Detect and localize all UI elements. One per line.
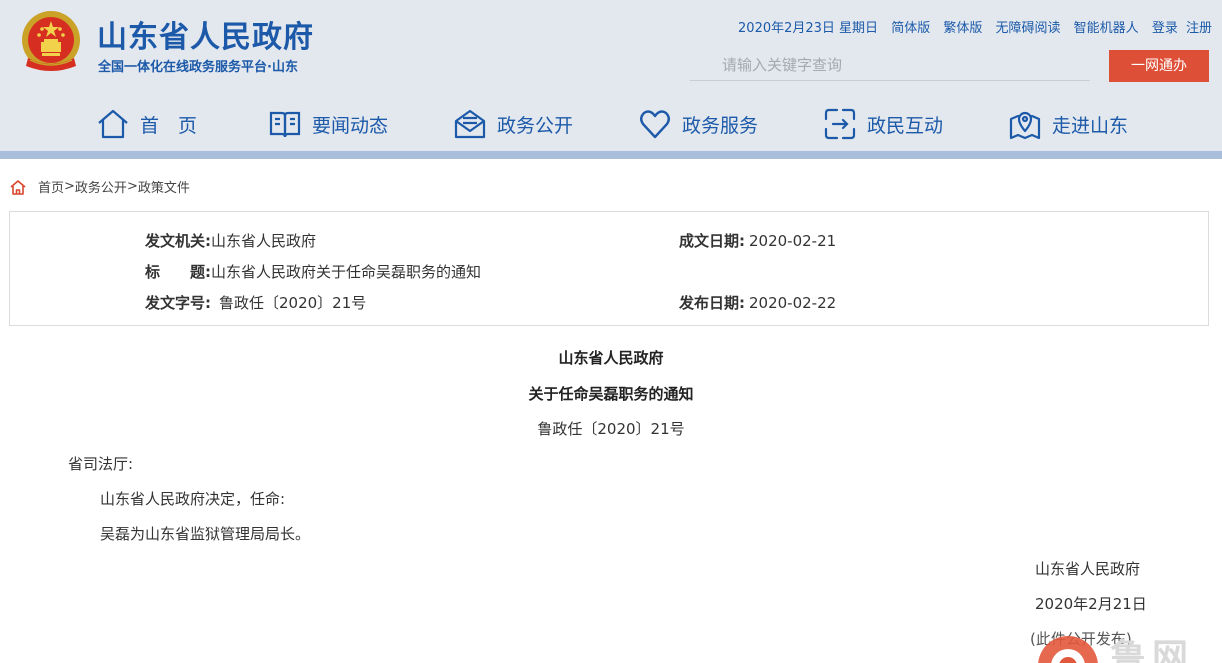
nav-home[interactable]: 首 页 bbox=[96, 98, 197, 150]
site-header: 山东省人民政府 全国一体化在线政务服务平台·山东 2020年2月23日 星期日 … bbox=[0, 0, 1222, 152]
login-link[interactable]: 登录 bbox=[1152, 21, 1178, 36]
wangban-button[interactable]: 一网通办 bbox=[1109, 50, 1209, 82]
issuer-label: 发文机关: bbox=[145, 232, 211, 250]
main-nav: 首 页 要闻动态 政务公开 政务服务 政民互动 走进山东 bbox=[0, 98, 1222, 150]
breadcrumb-home[interactable]: 首页 bbox=[38, 177, 64, 196]
traditional-link[interactable]: 繁体版 bbox=[943, 21, 982, 36]
search-input[interactable] bbox=[690, 50, 1090, 80]
title-value: 山东省人民政府关于任命吴磊职务的通知 bbox=[211, 263, 482, 281]
watermark: 鲁网 bbox=[1032, 632, 1222, 663]
accessible-reading-link[interactable]: 无障碍阅读 bbox=[996, 21, 1061, 36]
nav-label: 要闻动态 bbox=[312, 114, 389, 137]
nav-gov-services[interactable]: 政务服务 bbox=[638, 98, 758, 150]
search-box bbox=[690, 50, 1090, 81]
title-row: 标 题:山东省人民政府关于任命吴磊职务的通知 bbox=[145, 261, 481, 282]
robot-link[interactable]: 智能机器人 bbox=[1074, 21, 1139, 36]
doc-number-row: 发文字号: 鲁政任〔2020〕21号 bbox=[145, 292, 366, 313]
topbar: 2020年2月23日 星期日 简体版 繁体版 无障碍阅读 智能机器人 登录 注册 bbox=[738, 17, 1212, 36]
signature-date: 2020年2月21日 bbox=[1035, 595, 1147, 613]
written-date-value: 2020-02-21 bbox=[749, 232, 837, 250]
body-paragraph: 山东省人民政府决定，任命: bbox=[100, 490, 286, 508]
nav-news[interactable]: 要闻动态 bbox=[268, 98, 388, 150]
site-subtitle: 全国一体化在线政务服务平台·山东 bbox=[98, 60, 298, 75]
issuer-row: 发文机关:山东省人民政府 bbox=[145, 230, 316, 251]
publish-date-label: 发布日期: bbox=[679, 294, 745, 312]
register-link[interactable]: 注册 bbox=[1186, 21, 1212, 36]
document-info-box: 发文机关:山东省人民政府 成文日期: 2020-02-21 标 题:山东省人民政府… bbox=[9, 211, 1209, 326]
signature: 山东省人民政府 bbox=[1035, 560, 1141, 578]
nav-divider bbox=[0, 151, 1222, 159]
mail-icon bbox=[454, 109, 486, 139]
breadcrumb-gov-affairs[interactable]: 政务公开 bbox=[75, 177, 127, 196]
written-date-label: 成文日期: bbox=[679, 232, 745, 250]
simplified-link[interactable]: 简体版 bbox=[891, 21, 930, 36]
nav-label: 政务服务 bbox=[682, 114, 759, 137]
title-label: 标 题: bbox=[145, 263, 211, 281]
breadcrumb-separator: > bbox=[64, 179, 75, 194]
doc-number-label: 发文字号: bbox=[145, 294, 211, 312]
breadcrumb: 首页 > 政务公开 > 政策文件 bbox=[9, 177, 190, 196]
issuer-value: 山东省人民政府 bbox=[211, 232, 317, 250]
publish-date-row: 发布日期: 2020-02-22 bbox=[679, 292, 836, 313]
publish-date-value: 2020-02-22 bbox=[749, 294, 837, 312]
document-title-line1: 山东省人民政府 bbox=[558, 349, 664, 367]
document-title-line2: 关于任命吴磊职务的通知 bbox=[528, 385, 694, 403]
home-icon bbox=[98, 109, 128, 139]
addressee: 省司法厅: bbox=[68, 455, 134, 473]
nav-gov-affairs[interactable]: 政务公开 bbox=[453, 98, 573, 150]
nav-label: 首 页 bbox=[140, 114, 198, 137]
home-icon[interactable] bbox=[9, 178, 27, 196]
heart-icon bbox=[640, 110, 670, 139]
nav-label: 政务公开 bbox=[497, 114, 574, 137]
map-pin-icon bbox=[1009, 111, 1041, 140]
nav-interaction[interactable]: 政民互动 bbox=[823, 98, 943, 150]
site-title: 山东省人民政府 bbox=[97, 20, 314, 55]
national-emblem-icon bbox=[22, 11, 80, 71]
nav-label: 走进山东 bbox=[1052, 114, 1129, 137]
breadcrumb-policy-docs[interactable]: 政策文件 bbox=[138, 177, 190, 196]
interaction-icon bbox=[824, 108, 856, 140]
nav-about-shandong[interactable]: 走进山东 bbox=[1008, 98, 1128, 150]
document-number: 鲁政任〔2020〕21号 bbox=[537, 420, 685, 438]
body-paragraph: 吴磊为山东省监狱管理局局长。 bbox=[100, 525, 311, 543]
doc-number-value: 鲁政任〔2020〕21号 bbox=[219, 294, 367, 312]
written-date-row: 成文日期: 2020-02-21 bbox=[679, 230, 836, 251]
watermark-text: 鲁网 bbox=[1110, 637, 1195, 663]
breadcrumb-separator: > bbox=[126, 179, 138, 194]
current-date: 2020年2月23日 星期日 bbox=[738, 21, 879, 36]
nav-label: 政民互动 bbox=[867, 114, 944, 137]
book-icon bbox=[269, 111, 301, 138]
